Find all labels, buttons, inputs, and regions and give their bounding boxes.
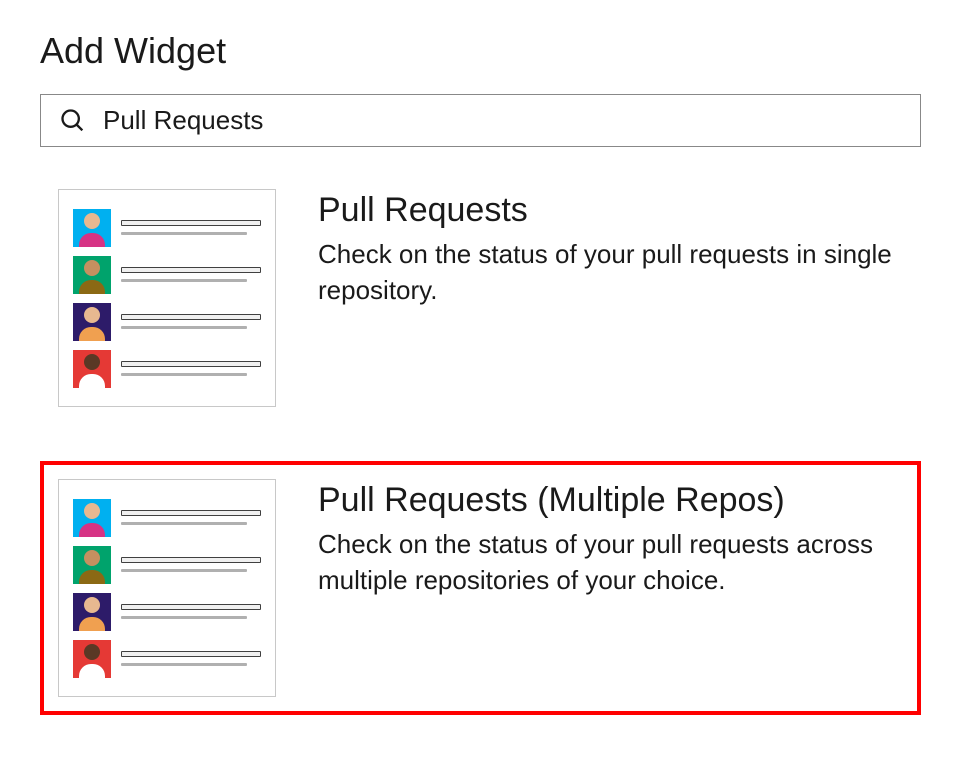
widget-meta: Pull Requests Check on the status of you… bbox=[318, 189, 903, 309]
widget-meta: Pull Requests (Multiple Repos) Check on … bbox=[318, 479, 903, 599]
search-input[interactable] bbox=[103, 105, 902, 136]
widget-thumbnail bbox=[58, 479, 276, 697]
avatar-icon bbox=[73, 303, 111, 341]
widget-list: Pull Requests Check on the status of you… bbox=[40, 171, 921, 715]
thumb-row bbox=[73, 499, 261, 537]
widget-title: Pull Requests bbox=[318, 191, 903, 230]
thumb-row bbox=[73, 256, 261, 294]
search-icon bbox=[59, 107, 87, 135]
widget-card-pull-requests[interactable]: Pull Requests Check on the status of you… bbox=[40, 171, 921, 425]
avatar-icon bbox=[73, 640, 111, 678]
thumb-row bbox=[73, 640, 261, 678]
page-title: Add Widget bbox=[40, 30, 921, 72]
thumb-row bbox=[73, 209, 261, 247]
avatar-icon bbox=[73, 593, 111, 631]
search-container[interactable] bbox=[40, 94, 921, 147]
avatar-icon bbox=[73, 256, 111, 294]
avatar-icon bbox=[73, 546, 111, 584]
thumb-row bbox=[73, 546, 261, 584]
widget-description: Check on the status of your pull request… bbox=[318, 526, 903, 599]
widget-card-pull-requests-multiple[interactable]: Pull Requests (Multiple Repos) Check on … bbox=[40, 461, 921, 715]
avatar-icon bbox=[73, 499, 111, 537]
widget-description: Check on the status of your pull request… bbox=[318, 236, 903, 309]
widget-thumbnail bbox=[58, 189, 276, 407]
thumb-row bbox=[73, 350, 261, 388]
thumb-row bbox=[73, 593, 261, 631]
avatar-icon bbox=[73, 350, 111, 388]
widget-title: Pull Requests (Multiple Repos) bbox=[318, 481, 903, 520]
thumb-row bbox=[73, 303, 261, 341]
avatar-icon bbox=[73, 209, 111, 247]
